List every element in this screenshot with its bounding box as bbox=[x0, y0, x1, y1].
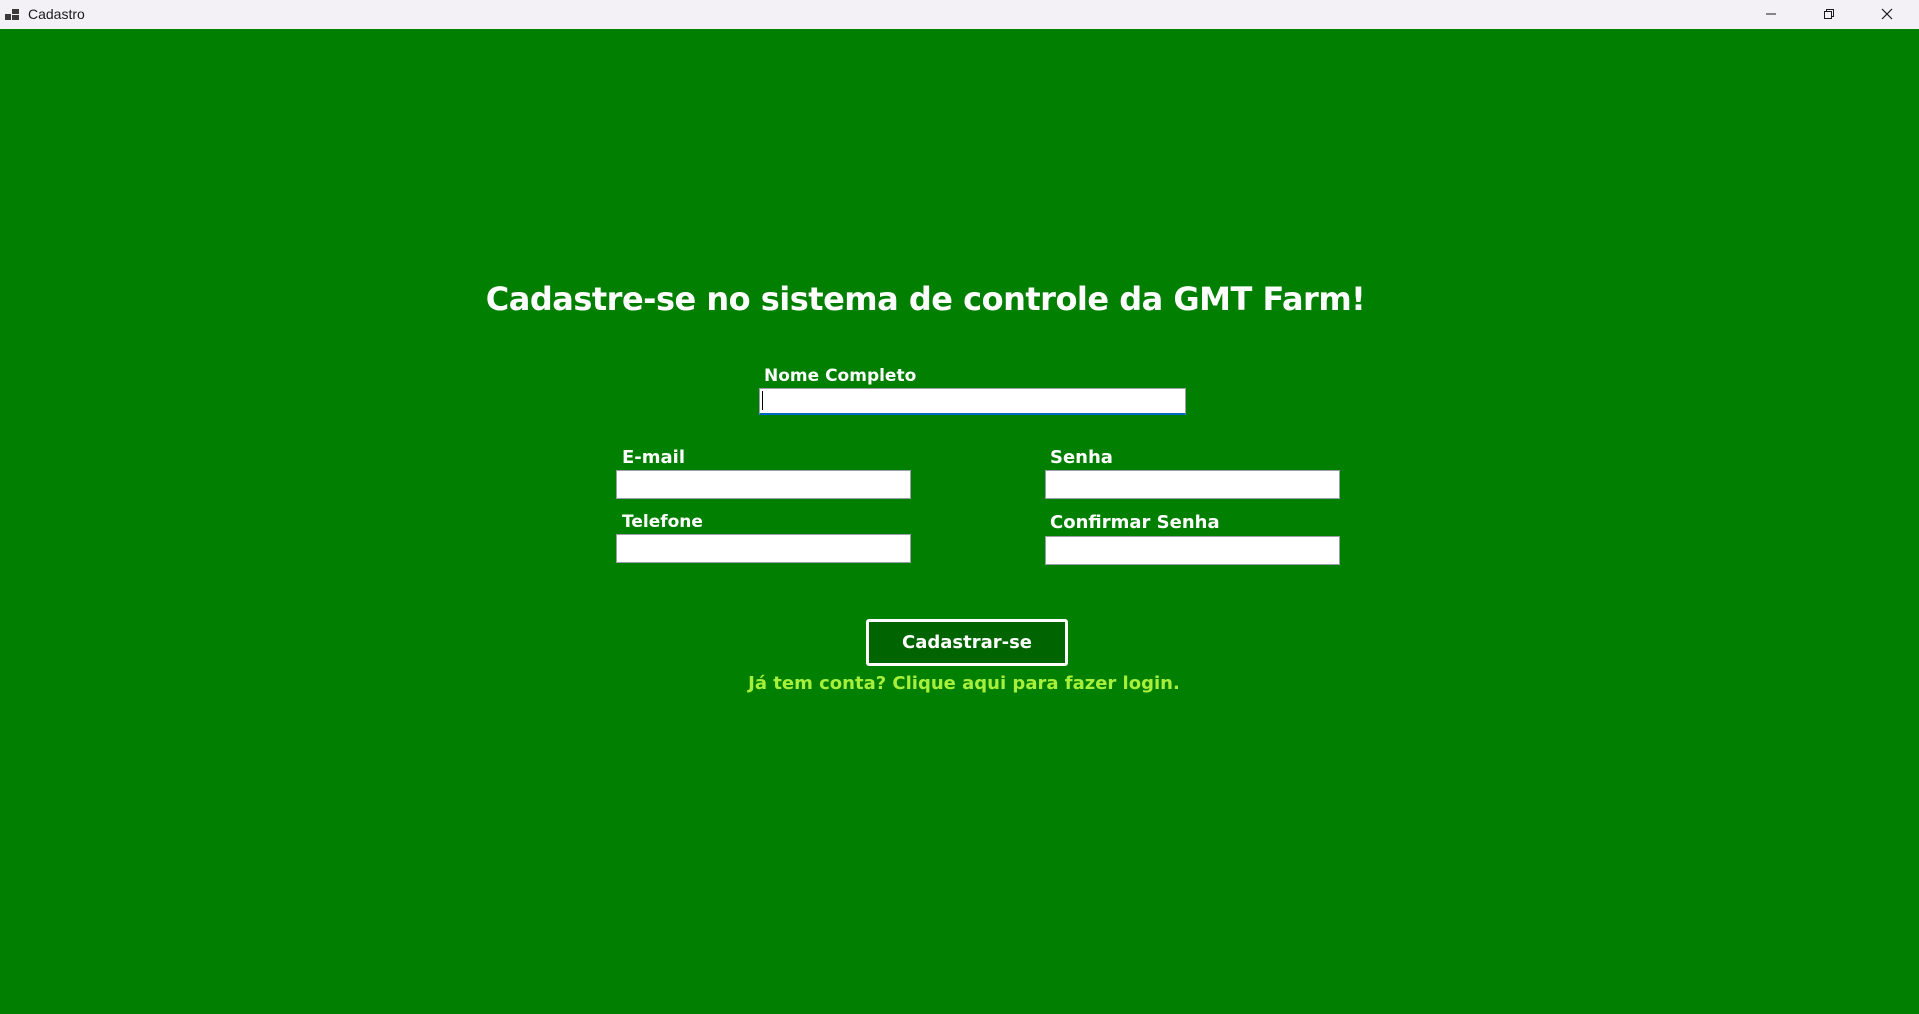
nome-completo-label: Nome Completo bbox=[764, 366, 917, 386]
text-caret bbox=[762, 391, 763, 410]
page-heading: Cadastre-se no sistema de controle da GM… bbox=[485, 280, 1366, 318]
telefone-input[interactable] bbox=[616, 534, 911, 563]
telefone-label: Telefone bbox=[622, 512, 703, 532]
close-icon bbox=[1881, 5, 1893, 24]
nome-completo-input[interactable] bbox=[759, 388, 1186, 415]
confirmar-senha-label: Confirmar Senha bbox=[1050, 512, 1220, 533]
minimize-icon bbox=[1765, 5, 1777, 24]
restore-icon bbox=[1823, 5, 1835, 24]
senha-input[interactable] bbox=[1045, 470, 1340, 499]
registration-window: Cadastro Cadastre-se no sistema de contr… bbox=[0, 0, 1919, 1014]
confirmar-senha-input[interactable] bbox=[1045, 536, 1340, 565]
title-bar[interactable]: Cadastro bbox=[0, 0, 1919, 29]
login-link[interactable]: Já tem conta? Clique aqui para fazer log… bbox=[0, 673, 1919, 694]
close-button[interactable] bbox=[1858, 0, 1916, 29]
minimize-button[interactable] bbox=[1742, 0, 1800, 29]
window-title: Cadastro bbox=[28, 6, 85, 22]
email-label: E-mail bbox=[622, 447, 686, 468]
restore-button[interactable] bbox=[1800, 0, 1858, 29]
senha-label: Senha bbox=[1050, 447, 1113, 468]
email-input[interactable] bbox=[616, 470, 911, 499]
cadastrar-button[interactable]: Cadastrar-se bbox=[866, 619, 1068, 666]
app-window-icon bbox=[5, 7, 20, 21]
